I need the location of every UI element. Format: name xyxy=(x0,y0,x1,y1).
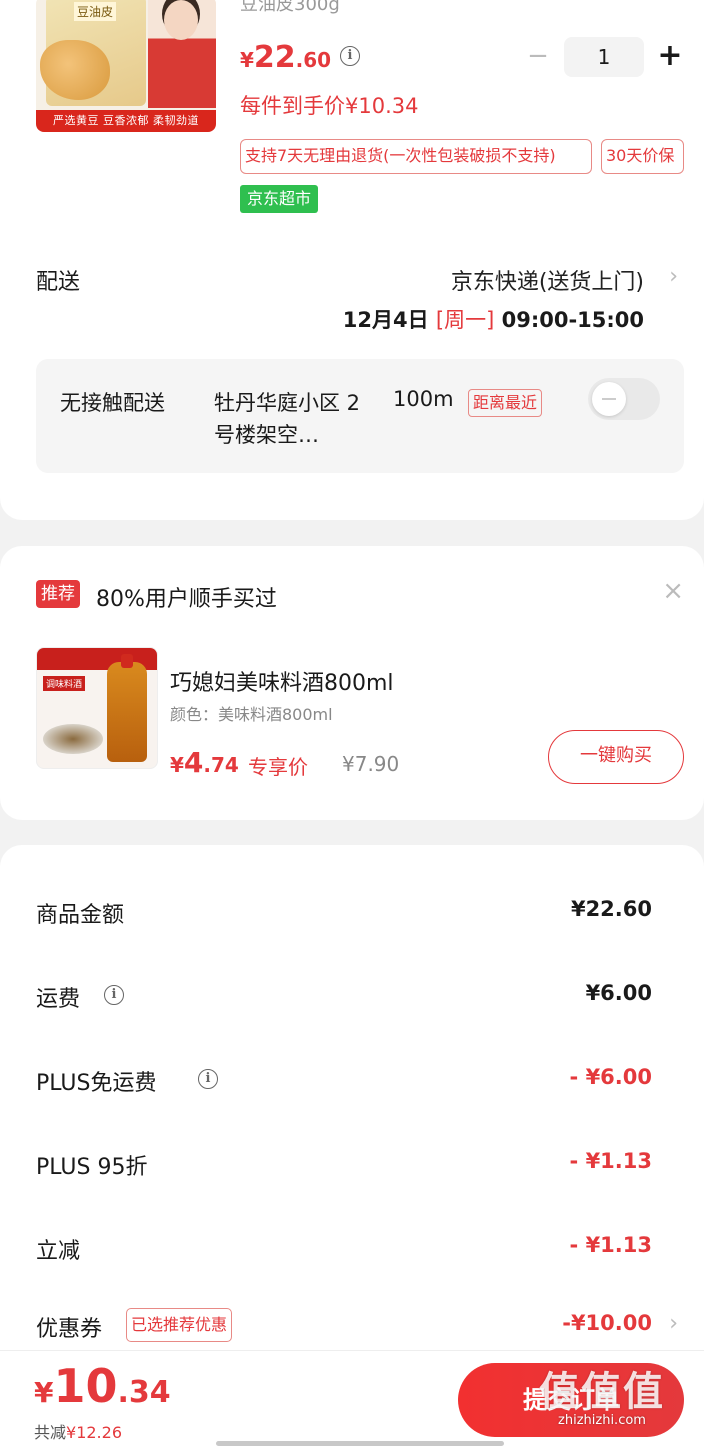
no-contact-address: 牡丹华庭小区 2号楼架空… xyxy=(214,391,361,447)
checkout-bar: ¥10.34 共减¥12.26 提交订单 值值值 zhizhizhi.com xyxy=(0,1350,704,1448)
summary-value-plus-free-shipping: - ¥6.00 xyxy=(569,1065,652,1089)
recommend-product-image[interactable]: 调味料酒 xyxy=(36,647,158,769)
return-policy-tag: 支持7天无理由退货(一次性包装破损不支持) xyxy=(240,139,592,174)
summary-label-instant-discount: 立减 xyxy=(36,1239,81,1264)
product-image[interactable]: 豆油皮 严选黄豆 豆香浓郁 柔韧劲道 xyxy=(36,0,216,132)
recommend-price: ¥4.74 xyxy=(170,746,239,779)
no-contact-distance: 100m xyxy=(393,387,454,411)
chevron-right-icon[interactable]: › xyxy=(669,264,678,289)
no-contact-delivery: 无接触配送 牡丹华庭小区 2号楼架空… 100m 距离最近 xyxy=(36,359,684,473)
shipping-method[interactable]: 京东快递(送货上门) xyxy=(451,264,644,296)
chevron-right-icon[interactable]: › xyxy=(669,1311,678,1336)
no-contact-label: 无接触配送 xyxy=(60,391,165,415)
total-saved: 共减¥12.26 xyxy=(34,1423,122,1442)
product-image-banner: 严选黄豆 豆香浓郁 柔韧劲道 xyxy=(36,110,216,132)
summary-value-shipping: ¥6.00 xyxy=(585,981,652,1005)
summary-value-plus-discount: - ¥1.13 xyxy=(569,1149,652,1173)
summary-value-coupon[interactable]: -¥10.00 xyxy=(562,1311,652,1335)
shipping-label: 配送 xyxy=(36,270,81,295)
recommend-product-name[interactable]: 巧媳妇美味料酒800ml xyxy=(170,665,394,697)
price-info-icon[interactable]: i xyxy=(340,46,360,66)
product-name: 豆油皮300g xyxy=(240,0,340,15)
home-indicator[interactable] xyxy=(216,1441,504,1446)
exclusive-price-label: 专享价 xyxy=(248,755,308,779)
product-image-label: 豆油皮 xyxy=(74,2,117,21)
per-item-price: 每件到手价¥10.34 xyxy=(240,94,419,118)
quantity-minus-button[interactable]: − xyxy=(526,42,550,70)
summary-label-plus-free-shipping: PLUS免运费 xyxy=(36,1071,157,1096)
one-click-buy-button[interactable]: 一键购买 xyxy=(548,730,684,784)
store-tag: 京东超市 xyxy=(240,185,319,213)
recommend-card: 推荐 80%用户顺手买过 × 调味料酒 巧媳妇美味料酒800ml 颜色：美味料酒… xyxy=(0,546,704,820)
recommend-product-variant: 颜色：美味料酒800ml xyxy=(170,705,333,724)
summary-label-goods: 商品金额 xyxy=(36,903,125,928)
summary-label-plus-discount: PLUS 95折 xyxy=(36,1155,148,1180)
original-price: ¥7.90 xyxy=(342,752,400,776)
summary-value-instant-discount: - ¥1.13 xyxy=(569,1233,652,1257)
summary-label-coupon: 优惠券 xyxy=(36,1317,103,1342)
submit-order-button[interactable]: 提交订单 xyxy=(458,1363,684,1437)
product-price: ¥22.60 xyxy=(240,40,332,75)
total-price: ¥10.34 xyxy=(34,1359,171,1413)
price-protect-tag: 30天价保 xyxy=(601,139,684,174)
shipping-time[interactable]: 12月4日 [周一] 09:00-15:00 xyxy=(343,304,644,334)
coupon-selected-tag[interactable]: 已选推荐优惠 xyxy=(126,1308,233,1342)
recommend-image-label: 调味料酒 xyxy=(43,676,86,691)
quantity-plus-button[interactable]: + xyxy=(656,40,684,72)
close-icon[interactable]: × xyxy=(662,576,684,606)
nearest-tag: 距离最近 xyxy=(468,389,543,417)
summary-label-shipping: 运费 xyxy=(36,987,81,1012)
summary-value-goods: ¥22.60 xyxy=(570,897,652,921)
plus-info-icon[interactable]: i xyxy=(198,1069,218,1089)
quantity-input[interactable]: 1 xyxy=(564,37,644,77)
product-card: 豆油皮 严选黄豆 豆香浓郁 柔韧劲道 豆油皮300g ¥22.60 i 每件到手… xyxy=(0,0,704,520)
recommend-title: 80%用户顺手买过 xyxy=(96,587,277,612)
shipping-info-icon[interactable]: i xyxy=(104,985,124,1005)
no-contact-toggle[interactable] xyxy=(588,378,660,420)
recommend-badge: 推荐 xyxy=(36,580,80,608)
